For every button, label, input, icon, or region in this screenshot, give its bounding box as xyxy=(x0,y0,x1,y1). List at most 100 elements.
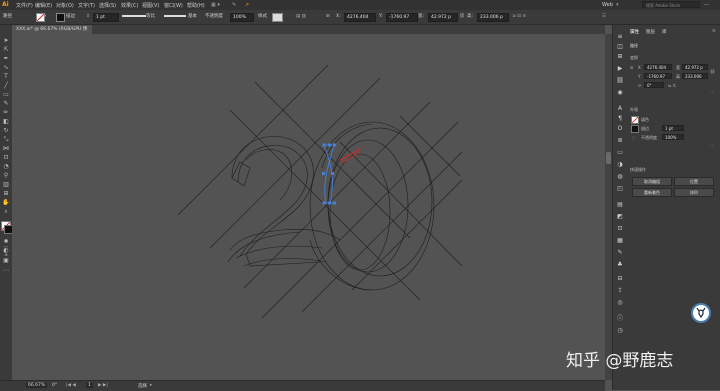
swatches-panel-icon[interactable]: ▦ xyxy=(616,237,624,244)
type-tool-icon[interactable]: T xyxy=(2,73,10,80)
opentype-panel-icon[interactable]: O xyxy=(616,125,624,132)
props-y-field[interactable]: -1760.97 xyxy=(644,73,672,79)
tab-libraries[interactable]: 库 xyxy=(662,29,667,35)
position-button[interactable]: 位置 xyxy=(674,177,714,186)
menu-type[interactable]: 文字(T) xyxy=(78,2,95,9)
menu-view[interactable]: 视图(V) xyxy=(142,2,159,9)
panel-menu-icon[interactable]: ☰ xyxy=(602,13,606,20)
graphic-style-swatch[interactable] xyxy=(272,13,283,22)
artboard-nav-icon[interactable]: |◀ ◀ xyxy=(66,383,76,388)
align-icon[interactable]: ▤ ▥ xyxy=(296,13,306,20)
stroke-panel-icon[interactable]: ≣ xyxy=(616,137,624,144)
rotation-field[interactable]: 0° xyxy=(52,383,57,388)
shape-builder-tool-icon[interactable]: ◔ xyxy=(2,163,10,170)
artboard-tool-icon[interactable]: ⊞ xyxy=(2,190,10,197)
appearance-panel-icon[interactable]: ◍ xyxy=(616,173,624,180)
document-tab[interactable]: XXX.ai* @ 66.67% (RGB/GPU 预览) ✕ xyxy=(12,25,92,41)
brushes-panel-icon[interactable]: ✎ xyxy=(616,249,624,256)
artboard-next-icon[interactable]: ▶ ▶| xyxy=(98,383,108,388)
recolor-button[interactable]: 重新着色 xyxy=(632,188,672,197)
search-stock-input[interactable]: 搜索 Adobe Stock xyxy=(642,1,700,8)
pencil-tool-icon[interactable]: ✏ xyxy=(2,109,10,116)
color-mode-icon[interactable]: ■ □ ⊘ xyxy=(2,237,10,257)
align-panel-icon[interactable]: ▤ xyxy=(616,201,624,208)
draw-mode-icon[interactable]: ◐ xyxy=(2,247,10,254)
pathfinder-panel-icon[interactable]: ◩ xyxy=(616,213,624,220)
menu-select[interactable]: 选择(S) xyxy=(99,2,116,9)
props-stroke-swatch[interactable] xyxy=(631,125,639,133)
info-panel-icon[interactable]: ⓘ xyxy=(616,315,624,322)
arrange-button[interactable]: 排列 xyxy=(674,188,714,197)
graph-tool-icon[interactable]: ▥ xyxy=(2,181,10,188)
eraser-tool-icon[interactable]: ◧ xyxy=(2,118,10,125)
eyedropper-tool-icon[interactable]: ⚲ xyxy=(2,172,10,179)
layers-panel-icon[interactable]: ◫ xyxy=(616,43,624,50)
chevron-down-icon[interactable]: ▾ xyxy=(616,2,619,8)
rotate-field[interactable]: 0° xyxy=(644,82,664,88)
zoom-field[interactable]: 66.67% xyxy=(26,383,48,388)
constrain-link-icon[interactable]: ⛓ xyxy=(459,13,465,20)
artboards-panel-icon[interactable]: ⊟ xyxy=(616,275,624,282)
variable-width-profile[interactable] xyxy=(122,15,146,17)
panel-menu-icon[interactable]: ≡ xyxy=(712,29,716,34)
symbols-panel-icon[interactable]: ♣ xyxy=(616,261,624,268)
gpu-icon[interactable]: ➚ xyxy=(245,2,249,8)
props-x-field[interactable]: 4276.404 xyxy=(644,64,672,70)
pen-tool-icon[interactable]: ✒ xyxy=(2,55,10,62)
hand-tool-icon[interactable]: ✋ xyxy=(2,199,10,206)
color-panel-icon[interactable]: ◉ xyxy=(616,89,624,96)
more-options-icon[interactable]: ⋯ xyxy=(710,143,714,148)
rectangle-tool-icon[interactable]: ▭ xyxy=(2,91,10,98)
menu-help[interactable]: 帮助(H) xyxy=(187,2,205,9)
menu-edit[interactable]: 编辑(E) xyxy=(35,2,52,9)
paintbrush-tool-icon[interactable]: ✎ xyxy=(2,100,10,107)
stroke-swatch-icon[interactable] xyxy=(56,13,65,22)
brush-definition[interactable] xyxy=(164,15,186,17)
fill-dropdown-icon[interactable]: ▾ xyxy=(44,13,46,20)
menu-effect[interactable]: 效果(C) xyxy=(121,2,138,9)
selection-tool-icon[interactable]: ➤ xyxy=(2,37,10,44)
navigator-panel-icon[interactable]: ◎ xyxy=(616,299,624,306)
minimize-icon[interactable]: — xyxy=(704,2,709,8)
line-tool-icon[interactable]: ╱ xyxy=(2,82,10,89)
scrollbar-thumb[interactable] xyxy=(606,152,611,164)
actions-panel-icon[interactable]: ▶ xyxy=(616,65,624,72)
transparency-panel-icon[interactable]: ◑ xyxy=(616,161,624,168)
history-panel-icon[interactable]: ◷ xyxy=(616,327,624,334)
reference-point-icon[interactable]: ⊞ xyxy=(326,13,330,20)
x-field[interactable]: 4276.404 xyxy=(344,13,376,22)
zoom-tool-icon[interactable]: ⌕ xyxy=(2,208,10,215)
more-options-icon[interactable]: ⋯ xyxy=(710,89,714,94)
more-tools-icon[interactable]: ⋯ xyxy=(2,267,10,274)
reference-point-icon[interactable]: ⊞ xyxy=(630,65,633,70)
rotate-tool-icon[interactable]: ↻ xyxy=(2,127,10,134)
height-field[interactable]: 233.006 p xyxy=(477,13,509,22)
screen-mode-icon[interactable]: ▣ xyxy=(2,257,10,264)
artboard-number-field[interactable]: 1 xyxy=(86,383,93,388)
flip-icon[interactable]: ⇆ ⇅ xyxy=(668,83,676,88)
props-stroke-weight-field[interactable]: 1 pt xyxy=(662,125,684,131)
libraries-panel-icon[interactable]: ⊞ xyxy=(616,53,624,60)
properties-panel-icon[interactable]: ≡ xyxy=(616,33,624,40)
paragraph-panel-icon[interactable]: ¶ xyxy=(616,115,624,122)
vertical-scrollbar[interactable] xyxy=(605,34,612,380)
asset-export-panel-icon[interactable]: ⇪ xyxy=(616,287,624,294)
brush-icon[interactable]: ✎ xyxy=(232,2,236,8)
props-width-field[interactable]: 42.972 p xyxy=(682,64,708,70)
graphic-styles-panel-icon[interactable]: ◰ xyxy=(616,185,624,192)
free-transform-tool-icon[interactable]: ⊡ xyxy=(2,154,10,161)
workspace-grid-icon[interactable]: ▦ ▾ xyxy=(211,2,220,8)
menu-file[interactable]: 文件(F) xyxy=(16,2,33,9)
constrain-link-icon[interactable]: ⛓ xyxy=(710,69,715,74)
props-fill-swatch[interactable] xyxy=(631,116,639,124)
scale-tool-icon[interactable]: ⤡ xyxy=(2,136,10,143)
menu-window[interactable]: 窗口(W) xyxy=(164,2,183,9)
tab-properties[interactable]: 属性 xyxy=(630,29,639,35)
tab-layers[interactable]: 图层 xyxy=(646,29,655,35)
links-panel-icon[interactable]: ⛓ xyxy=(616,77,624,84)
direct-selection-tool-icon[interactable]: ⇱ xyxy=(2,46,10,53)
profile-label[interactable]: 等比 xyxy=(146,13,155,20)
menu-object[interactable]: 对象(O) xyxy=(56,2,74,9)
transform-panel-icon[interactable]: ⊡ xyxy=(616,225,624,232)
status-menu-icon[interactable]: ▸ xyxy=(150,383,152,388)
